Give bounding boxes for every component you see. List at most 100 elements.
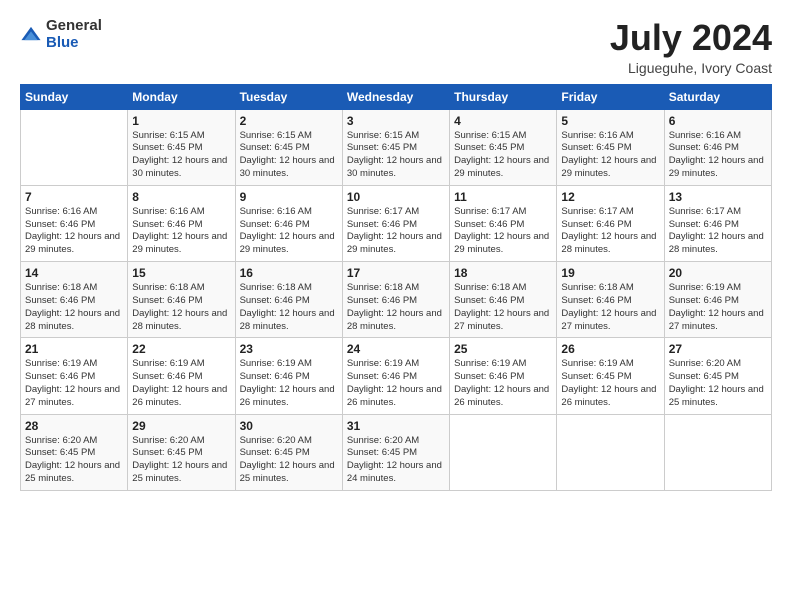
cell-info: Sunrise: 6:16 AMSunset: 6:46 PMDaylight:… bbox=[132, 206, 230, 257]
day-number: 31 bbox=[347, 419, 445, 433]
calendar-cell: 23 Sunrise: 6:19 AMSunset: 6:46 PMDayligh… bbox=[235, 338, 342, 414]
logo-icon bbox=[20, 24, 42, 46]
location-subtitle: Ligueguhe, Ivory Coast bbox=[610, 60, 772, 76]
day-number: 19 bbox=[561, 266, 659, 280]
calendar-cell bbox=[664, 414, 771, 490]
day-number: 24 bbox=[347, 342, 445, 356]
calendar-cell bbox=[557, 414, 664, 490]
cell-info: Sunrise: 6:17 AMSunset: 6:46 PMDaylight:… bbox=[347, 206, 445, 257]
day-number: 2 bbox=[240, 114, 338, 128]
day-number: 8 bbox=[132, 190, 230, 204]
day-number: 9 bbox=[240, 190, 338, 204]
calendar-cell: 29 Sunrise: 6:20 AMSunset: 6:45 PMDayligh… bbox=[128, 414, 235, 490]
cell-info: Sunrise: 6:19 AMSunset: 6:46 PMDaylight:… bbox=[347, 358, 445, 409]
day-number: 17 bbox=[347, 266, 445, 280]
cell-info: Sunrise: 6:19 AMSunset: 6:46 PMDaylight:… bbox=[669, 282, 767, 333]
day-number: 13 bbox=[669, 190, 767, 204]
calendar-cell: 27 Sunrise: 6:20 AMSunset: 6:45 PMDayligh… bbox=[664, 338, 771, 414]
day-number: 28 bbox=[25, 419, 123, 433]
day-number: 22 bbox=[132, 342, 230, 356]
calendar-header-row: SundayMondayTuesdayWednesdayThursdayFrid… bbox=[21, 84, 772, 109]
day-number: 20 bbox=[669, 266, 767, 280]
cell-info: Sunrise: 6:15 AMSunset: 6:45 PMDaylight:… bbox=[347, 130, 445, 181]
day-number: 14 bbox=[25, 266, 123, 280]
header: General Blue July 2024 Ligueguhe, Ivory … bbox=[20, 18, 772, 76]
logo-text: General Blue bbox=[46, 18, 102, 51]
day-number: 10 bbox=[347, 190, 445, 204]
cell-info: Sunrise: 6:19 AMSunset: 6:45 PMDaylight:… bbox=[561, 358, 659, 409]
calendar-cell: 4 Sunrise: 6:15 AMSunset: 6:45 PMDaylight… bbox=[450, 109, 557, 185]
day-number: 5 bbox=[561, 114, 659, 128]
calendar-cell: 8 Sunrise: 6:16 AMSunset: 6:46 PMDaylight… bbox=[128, 185, 235, 261]
day-number: 16 bbox=[240, 266, 338, 280]
calendar-week-2: 7 Sunrise: 6:16 AMSunset: 6:46 PMDaylight… bbox=[21, 185, 772, 261]
calendar-cell: 16Sunrise: 6:18 AMSunset: 6:46 PMDayligh… bbox=[235, 262, 342, 338]
calendar-cell: 12 Sunrise: 6:17 AMSunset: 6:46 PMDayligh… bbox=[557, 185, 664, 261]
calendar-cell: 11 Sunrise: 6:17 AMSunset: 6:46 PMDayligh… bbox=[450, 185, 557, 261]
calendar-week-3: 14 Sunrise: 6:18 AMSunset: 6:46 PMDayligh… bbox=[21, 262, 772, 338]
logo: General Blue bbox=[20, 18, 102, 51]
day-number: 26 bbox=[561, 342, 659, 356]
title-block: July 2024 Ligueguhe, Ivory Coast bbox=[610, 18, 772, 76]
day-number: 23 bbox=[240, 342, 338, 356]
day-number: 30 bbox=[240, 419, 338, 433]
cell-info: Sunrise: 6:15 AMSunset: 6:45 PMDaylight:… bbox=[132, 130, 230, 181]
cell-info: Sunrise: 6:18 AMSunset: 6:46 PMDaylight:… bbox=[132, 282, 230, 333]
calendar-cell: 15 Sunrise: 6:18 AMSunset: 6:46 PMDayligh… bbox=[128, 262, 235, 338]
cell-info: Sunrise: 6:18 AMSunset: 6:46 PMDaylight:… bbox=[561, 282, 659, 333]
day-number: 11 bbox=[454, 190, 552, 204]
cell-info: Sunrise: 6:18 AMSunset: 6:46 PMDaylight:… bbox=[25, 282, 123, 333]
day-number: 7 bbox=[25, 190, 123, 204]
cell-info: Sunrise: 6:19 AMSunset: 6:46 PMDaylight:… bbox=[454, 358, 552, 409]
calendar-page: General Blue July 2024 Ligueguhe, Ivory … bbox=[0, 0, 792, 612]
day-header-wednesday: Wednesday bbox=[342, 84, 449, 109]
cell-info: Sunrise: 6:20 AMSunset: 6:45 PMDaylight:… bbox=[132, 435, 230, 486]
calendar-cell: 17Sunrise: 6:18 AMSunset: 6:46 PMDayligh… bbox=[342, 262, 449, 338]
calendar-cell: 13 Sunrise: 6:17 AMSunset: 6:46 PMDayligh… bbox=[664, 185, 771, 261]
day-header-friday: Friday bbox=[557, 84, 664, 109]
cell-info: Sunrise: 6:17 AMSunset: 6:46 PMDaylight:… bbox=[669, 206, 767, 257]
day-number: 12 bbox=[561, 190, 659, 204]
cell-info: Sunrise: 6:19 AMSunset: 6:46 PMDaylight:… bbox=[25, 358, 123, 409]
calendar-week-1: 1Sunrise: 6:15 AMSunset: 6:45 PMDaylight… bbox=[21, 109, 772, 185]
day-number: 21 bbox=[25, 342, 123, 356]
month-title: July 2024 bbox=[610, 18, 772, 58]
calendar-cell: 22 Sunrise: 6:19 AMSunset: 6:46 PMDayligh… bbox=[128, 338, 235, 414]
calendar-cell: 18Sunrise: 6:18 AMSunset: 6:46 PMDayligh… bbox=[450, 262, 557, 338]
cell-info: Sunrise: 6:20 AMSunset: 6:45 PMDaylight:… bbox=[669, 358, 767, 409]
cell-info: Sunrise: 6:19 AMSunset: 6:46 PMDaylight:… bbox=[132, 358, 230, 409]
cell-info: Sunrise: 6:16 AMSunset: 6:46 PMDaylight:… bbox=[25, 206, 123, 257]
day-header-tuesday: Tuesday bbox=[235, 84, 342, 109]
calendar-cell bbox=[450, 414, 557, 490]
calendar-cell: 9 Sunrise: 6:16 AMSunset: 6:46 PMDaylight… bbox=[235, 185, 342, 261]
calendar-cell: 28Sunrise: 6:20 AMSunset: 6:45 PMDayligh… bbox=[21, 414, 128, 490]
day-header-saturday: Saturday bbox=[664, 84, 771, 109]
calendar-cell: 21 Sunrise: 6:19 AMSunset: 6:46 PMDayligh… bbox=[21, 338, 128, 414]
calendar-week-5: 28 Sunrise: 6:20 AMSunset: 6:45 PMDayligh… bbox=[21, 414, 772, 490]
calendar-cell: 7 Sunrise: 6:16 AMSunset: 6:46 PMDaylight… bbox=[21, 185, 128, 261]
day-number: 25 bbox=[454, 342, 552, 356]
cell-info: Sunrise: 6:17 AMSunset: 6:46 PMDaylight:… bbox=[561, 206, 659, 257]
calendar-cell: 2 Sunrise: 6:15 AMSunset: 6:45 PMDaylight… bbox=[235, 109, 342, 185]
day-header-thursday: Thursday bbox=[450, 84, 557, 109]
day-number: 3 bbox=[347, 114, 445, 128]
day-number: 15 bbox=[132, 266, 230, 280]
day-number: 29 bbox=[132, 419, 230, 433]
day-header-monday: Monday bbox=[128, 84, 235, 109]
cell-info: Sunrise: 6:17 AMSunset: 6:46 PMDaylight:… bbox=[454, 206, 552, 257]
cell-info: Sunrise: 6:15 AMSunset: 6:45 PMDaylight:… bbox=[454, 130, 552, 181]
calendar-cell: 26 Sunrise: 6:19 AMSunset: 6:45 PMDayligh… bbox=[557, 338, 664, 414]
calendar-cell: 19 Sunrise: 6:18 AMSunset: 6:46 PMDayligh… bbox=[557, 262, 664, 338]
cell-info: Sunrise: 6:16 AMSunset: 6:45 PMDaylight:… bbox=[561, 130, 659, 181]
calendar-table: SundayMondayTuesdayWednesdayThursdayFrid… bbox=[20, 84, 772, 491]
calendar-cell: 31Sunrise: 6:20 AMSunset: 6:45 PMDayligh… bbox=[342, 414, 449, 490]
cell-info: Sunrise: 6:16 AMSunset: 6:46 PMDaylight:… bbox=[240, 206, 338, 257]
day-number: 4 bbox=[454, 114, 552, 128]
calendar-cell: 10 Sunrise: 6:17 AMSunset: 6:46 PMDayligh… bbox=[342, 185, 449, 261]
calendar-cell: 1Sunrise: 6:15 AMSunset: 6:45 PMDaylight… bbox=[128, 109, 235, 185]
day-number: 27 bbox=[669, 342, 767, 356]
cell-info: Sunrise: 6:19 AMSunset: 6:46 PMDaylight:… bbox=[240, 358, 338, 409]
day-header-sunday: Sunday bbox=[21, 84, 128, 109]
calendar-cell: 14 Sunrise: 6:18 AMSunset: 6:46 PMDayligh… bbox=[21, 262, 128, 338]
cell-info: Sunrise: 6:15 AMSunset: 6:45 PMDaylight:… bbox=[240, 130, 338, 181]
